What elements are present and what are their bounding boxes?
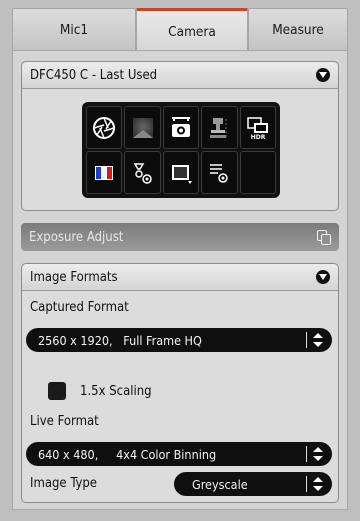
image-formats-title: Image Formats (30, 269, 118, 285)
live-format-value: 640 x 480, 4x4 Color Binning (38, 446, 217, 462)
image-display-icon (171, 164, 192, 184)
hdr-button[interactable]: HDR (239, 106, 276, 149)
image-type-label: Image Type (30, 476, 98, 491)
up-down-arrows-icon (313, 477, 323, 491)
captured-format-label: Captured Format (30, 300, 129, 315)
camera-section: DFC450 C - Last Used HDR (21, 61, 339, 211)
scaling-label: 1.5x Scaling (80, 384, 152, 399)
exposure-adjust-title: Exposure Adjust (29, 229, 124, 245)
settings-gears-button[interactable] (124, 151, 161, 194)
image-formats-header[interactable]: Image Formats (22, 264, 338, 291)
select-divider (306, 476, 307, 492)
brightness-button[interactable] (124, 106, 161, 149)
aperture-icon (93, 116, 116, 139)
color-channels-icon (95, 165, 114, 180)
empty-tool-slot (239, 151, 276, 194)
camera-panel: DFC450 C - Last Used HDR Exposure Adjust… (12, 50, 348, 510)
captured-format-value: 2560 x 1920, Full Frame HQ (38, 332, 202, 348)
select-divider (306, 332, 307, 348)
color-channels-button[interactable] (86, 151, 123, 194)
tab-mic1[interactable]: Mic1 (12, 8, 136, 50)
tab-camera[interactable]: Camera (136, 8, 248, 52)
camera-section-title: DFC450 C - Last Used (30, 67, 158, 83)
up-down-arrows-icon (313, 333, 323, 347)
select-divider (306, 446, 307, 462)
settings-gears-icon (133, 162, 152, 184)
microscope-stage-icon (210, 117, 227, 138)
brightness-gradient-icon (132, 117, 153, 138)
up-down-arrows-icon (313, 447, 323, 461)
adjust-settings-button[interactable] (201, 151, 238, 194)
copy-icon (317, 230, 331, 245)
tab-bar: Mic1 Measure Camera (12, 8, 348, 52)
image-type-select[interactable]: Greyscale (174, 472, 332, 496)
snapshot-button[interactable] (162, 106, 200, 149)
camera-tool-grid: HDR (82, 102, 280, 198)
exposure-adjust-bar: Exposure Adjust (21, 223, 339, 251)
captured-format-select[interactable]: 2560 x 1920, Full Frame HQ (26, 328, 332, 352)
adjust-settings-icon (210, 163, 229, 183)
image-formats-section: Image Formats Captured Format 2560 x 192… (21, 263, 339, 503)
svg-text:HDR: HDR (250, 134, 265, 141)
image-display-button[interactable] (162, 151, 200, 194)
collapse-icon[interactable] (316, 68, 330, 82)
aperture-button[interactable] (86, 106, 123, 149)
hdr-icon: HDR (247, 116, 268, 141)
camera-section-header[interactable]: DFC450 C - Last Used (22, 62, 338, 89)
live-format-label: Live Format (30, 414, 99, 429)
live-format-select[interactable]: 640 x 480, 4x4 Color Binning (26, 442, 332, 466)
tab-measure[interactable]: Measure (248, 8, 348, 50)
camera-snapshot-icon (171, 116, 190, 137)
scaling-checkbox[interactable] (48, 382, 66, 400)
microscope-button[interactable] (201, 106, 238, 149)
image-type-value: Greyscale (192, 476, 248, 492)
collapse-icon[interactable] (316, 270, 330, 284)
